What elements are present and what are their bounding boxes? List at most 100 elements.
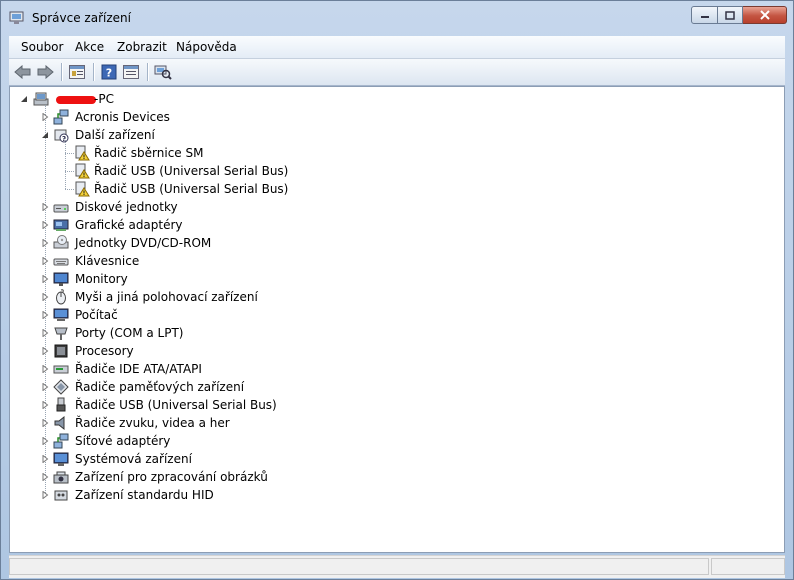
tree-category[interactable]: Grafické adaptéry [41,216,441,234]
tree-category[interactable]: Diskové jednotky [41,198,441,216]
status-pane-main [9,558,709,575]
category-label: Řadiče IDE ATA/ATAPI [75,362,202,376]
category-label: Další zařízení [75,128,155,142]
maximize-icon [725,10,735,20]
category-label: Zařízení pro zpracování obrázků [75,470,268,484]
speaker-icon [54,415,65,431]
tree-category[interactable]: Řadiče IDE ATA/ATAPI [41,360,441,378]
system-device-icon [53,452,69,466]
back-icon [14,65,31,79]
imaging-device-icon [53,471,69,484]
svg-text:?: ? [106,67,112,80]
expand-arrow-icon [42,311,49,319]
tree-category[interactable]: Klávesnice [41,252,441,270]
menu-zobrazit[interactable]: Zobrazit [117,40,167,54]
network-adapter-icon [53,433,69,449]
menu-napoveda[interactable]: Nápověda [176,40,237,54]
menu-akce[interactable]: Akce [75,40,104,54]
category-label: Monitory [75,272,128,286]
category-label: Procesory [75,344,134,358]
category-label: Systémová zařízení [75,452,192,466]
expand-arrow-icon [42,257,49,265]
tree-category[interactable]: Systémová zařízení [41,450,441,468]
tree-category[interactable]: Řadiče USB (Universal Serial Bus) [41,396,441,414]
root-label: -PC [94,92,114,106]
device-tree[interactable]: -PC Acronis Devices? Další zařízení Řadič … [9,86,785,553]
tree-category[interactable]: Procesory [41,342,441,360]
expand-arrow-icon [42,437,49,445]
expand-arrow-icon [42,293,49,301]
port-icon [54,327,68,340]
minimize-icon [700,16,709,18]
hid-icon [54,490,68,501]
tree-category[interactable]: Jednotky DVD/CD-ROM [41,234,441,252]
warning-device-icon [75,145,90,161]
title-bar[interactable]: Správce zařízení [1,1,793,35]
category-label: Síťové adaptéry [75,434,171,448]
expand-arrow-icon [42,455,49,463]
category-label: Řadiče USB (Universal Serial Bus) [75,398,277,412]
help-button[interactable]: ? [99,62,119,82]
device-label: Řadič sběrnice SM [94,146,204,160]
device-manager-icon [9,11,24,24]
tree-device[interactable]: Řadič sběrnice SM [74,144,474,162]
expand-arrow-icon [42,275,49,283]
menu-bar: Soubor Akce Zobrazit Nápověda [9,36,785,59]
tree-device[interactable]: Řadič USB (Universal Serial Bus) [74,162,474,180]
forward-button[interactable] [35,62,55,82]
expand-arrow-icon [42,473,49,481]
scan-hardware-icon [154,65,172,80]
storage-controller-icon [53,379,69,395]
device-manager-window: Správce zařízení Soubor Akce Zobrazit Ná… [0,0,794,580]
status-pane-secondary [711,558,785,575]
show-hidden-icon [123,65,139,79]
tree-category[interactable]: Monitory [41,270,441,288]
close-button[interactable] [743,6,787,24]
show-hidden-button[interactable] [121,62,141,82]
processor-icon [54,344,68,358]
tree-category[interactable]: Acronis Devices [41,108,441,126]
window-title: Správce zařízení [32,11,131,25]
tree-category[interactable]: Porty (COM a LPT) [41,324,441,342]
tree-category[interactable]: Řadiče zvuku, videa a her [41,414,441,432]
status-bar [9,555,785,578]
tree-category[interactable]: ? Další zařízení [41,126,441,144]
redaction-mark [56,96,96,104]
back-button[interactable] [13,62,33,82]
tree-device[interactable]: Řadič USB (Universal Serial Bus) [74,180,474,198]
expand-arrow-icon [42,329,49,337]
maximize-button[interactable] [718,6,743,24]
keyboard-icon [53,258,69,266]
toolbar: ? [9,59,785,86]
properties-button[interactable] [67,62,87,82]
menu-soubor[interactable]: Soubor [21,40,63,54]
tree-category[interactable]: Myši a jiná polohovací zařízení [41,288,441,306]
minimize-button[interactable] [691,6,718,24]
expand-arrow-icon [42,383,49,391]
expand-arrow-icon [42,347,49,355]
tree-category[interactable]: Počítač [41,306,441,324]
category-label: Acronis Devices [75,110,170,124]
computer-icon [33,92,49,106]
dvd-drive-icon [53,235,69,249]
category-label: Diskové jednotky [75,200,178,214]
category-label: Myši a jiná polohovací zařízení [75,290,258,304]
help-icon: ? [101,64,117,80]
close-icon [759,10,770,20]
tree-category[interactable]: Síťové adaptéry [41,432,441,450]
expand-arrow-icon [42,491,49,499]
tree-category[interactable]: Řadiče paměťových zařízení [41,378,441,396]
tree-root[interactable]: -PC [20,90,220,108]
scan-hardware-button[interactable] [153,62,173,82]
category-label: Řadiče zvuku, videa a her [75,416,230,430]
device-label: Řadič USB (Universal Serial Bus) [94,182,289,196]
disk-drive-icon [53,204,69,213]
collapse-arrow-icon [21,96,27,102]
forward-icon [37,65,54,79]
mouse-icon [56,289,66,305]
expand-arrow-icon [42,401,49,409]
category-label: Jednotky DVD/CD-ROM [75,236,212,250]
unknown-device-icon: ? [54,129,69,143]
tree-category[interactable]: Zařízení standardu HID [41,486,441,504]
tree-category[interactable]: Zařízení pro zpracování obrázků [41,468,441,486]
